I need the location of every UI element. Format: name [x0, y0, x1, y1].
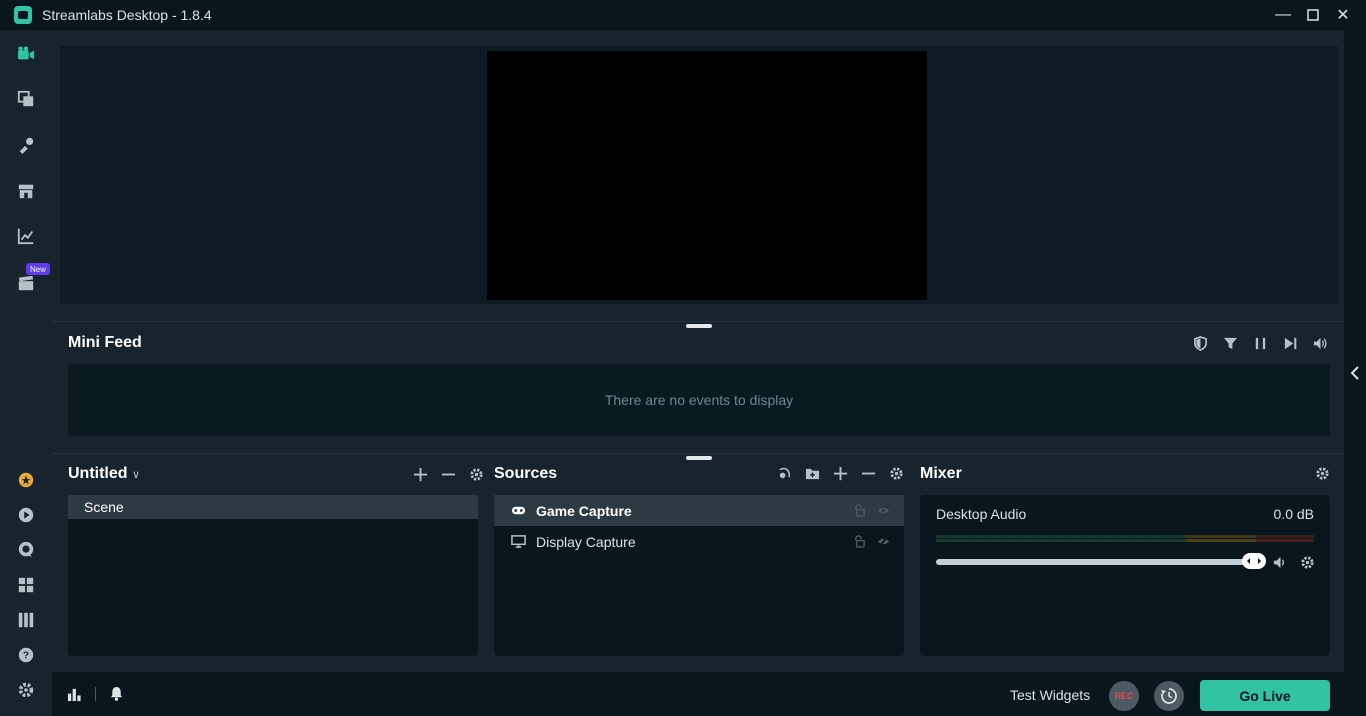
empty-events-text: There are no events to display [604, 392, 794, 408]
maximize-button[interactable] [1296, 0, 1330, 30]
divider [52, 453, 1344, 454]
streamlabs-logo-icon [14, 6, 32, 24]
bell-icon[interactable] [108, 685, 124, 701]
test-widgets-button[interactable]: Test Widgets [1010, 687, 1090, 703]
footer-bar [52, 672, 1344, 716]
gamepad-icon [510, 503, 526, 519]
volmeter-yellow [1186, 539, 1256, 542]
minifeed-toolbar [1192, 335, 1328, 351]
mixer-title: Mixer [920, 465, 962, 482]
mixer-toolbar [1314, 465, 1330, 481]
lock-icon[interactable] [852, 534, 866, 548]
source-label: Game Capture [536, 502, 632, 519]
help-icon[interactable]: ? [16, 645, 36, 665]
collapse-rail [1344, 30, 1366, 716]
broadcast-icon[interactable] [776, 465, 792, 481]
chevron-left-icon[interactable] [1349, 366, 1361, 385]
grid-icon[interactable] [16, 575, 36, 595]
settings-icon[interactable] [16, 680, 36, 700]
scene-collection-title[interactable]: Untitled ∨ [68, 465, 140, 483]
window-title: Streamlabs Desktop - 1.8.4 [42, 7, 212, 23]
add-source-button[interactable] [832, 465, 848, 481]
volume-slider[interactable] [936, 559, 1254, 565]
eye-icon[interactable] [876, 503, 890, 517]
layout-icon[interactable] [16, 610, 36, 630]
main-area: Mini Feed There are no events to display… [52, 30, 1344, 716]
chevron-down-icon: ∨ [132, 469, 141, 481]
chat-icon[interactable] [16, 540, 36, 560]
studio-editor [60, 46, 1338, 304]
add-folder-icon[interactable] [804, 465, 820, 481]
title-bar: Streamlabs Desktop - 1.8.4 — ✕ [0, 0, 1366, 30]
close-button[interactable]: ✕ [1326, 0, 1360, 30]
gear-icon[interactable] [1314, 465, 1330, 481]
clapper-icon[interactable] [16, 273, 36, 293]
gear-icon[interactable] [468, 466, 484, 482]
volmeter-green [936, 539, 1186, 542]
minifeed-title: Mini Feed [68, 334, 142, 351]
filter-icon[interactable] [1222, 335, 1238, 351]
go-live-button[interactable]: Go Live [1200, 680, 1330, 711]
volume-icon[interactable] [1272, 554, 1288, 570]
volmeter-yellow [1186, 535, 1256, 538]
volmeter-red [1256, 535, 1314, 538]
replay-buffer-button[interactable] [1154, 681, 1184, 711]
layers-icon[interactable] [16, 89, 36, 109]
shield-icon[interactable] [1192, 335, 1208, 351]
resize-handle[interactable] [686, 324, 712, 328]
performance-stats-icon[interactable] [66, 686, 82, 702]
minimize-button[interactable]: — [1266, 0, 1300, 30]
pause-icon[interactable] [1252, 335, 1268, 351]
camera-icon[interactable] [16, 44, 36, 64]
scenes-toolbar [412, 466, 484, 482]
analytics-icon[interactable] [16, 226, 36, 246]
svg-text:?: ? [23, 651, 29, 662]
audio-source-name: Desktop Audio [936, 506, 1027, 522]
preview-display[interactable] [487, 51, 927, 300]
volume-icon[interactable] [1312, 335, 1328, 351]
minifeed-events: There are no events to display [68, 364, 1330, 436]
prime-icon[interactable] [16, 470, 36, 490]
eye-slash-icon[interactable] [876, 534, 890, 548]
gear-icon[interactable] [888, 465, 904, 481]
scene-collection-name: Untitled [68, 465, 128, 482]
resize-handle[interactable] [686, 456, 712, 460]
themes-icon[interactable] [16, 135, 36, 155]
store-icon[interactable] [16, 181, 36, 201]
record-button[interactable]: REC [1109, 681, 1139, 711]
remove-source-button[interactable] [860, 465, 876, 481]
mixer-panel: Desktop Audio 0.0 dB [920, 495, 1330, 656]
divider [52, 321, 1344, 322]
add-scene-button[interactable] [412, 466, 428, 482]
sources-toolbar [776, 465, 904, 481]
lock-icon[interactable] [852, 503, 866, 517]
scene-item[interactable]: Scene [68, 495, 478, 519]
sources-title: Sources [494, 465, 558, 482]
remove-scene-button[interactable] [440, 466, 456, 482]
source-label: Display Capture [536, 533, 636, 550]
cloudbot-icon[interactable] [16, 505, 36, 525]
volmeter-red [1256, 539, 1314, 542]
sidebar: New ? [0, 30, 52, 716]
source-item[interactable]: Display Capture [494, 526, 904, 557]
scenes-list: Scene [68, 495, 478, 656]
volume-slider-handle[interactable] [1242, 553, 1266, 569]
sources-list: Game Capture Display Capture [494, 495, 904, 656]
monitor-icon [510, 534, 526, 550]
skip-icon[interactable] [1282, 335, 1298, 351]
gear-icon[interactable] [1299, 554, 1315, 570]
volmeter-green [936, 535, 1186, 538]
audio-level: 0.0 dB [1273, 506, 1314, 522]
footer-divider [95, 687, 96, 701]
source-item[interactable]: Game Capture [494, 495, 904, 526]
new-badge: New [26, 263, 50, 275]
